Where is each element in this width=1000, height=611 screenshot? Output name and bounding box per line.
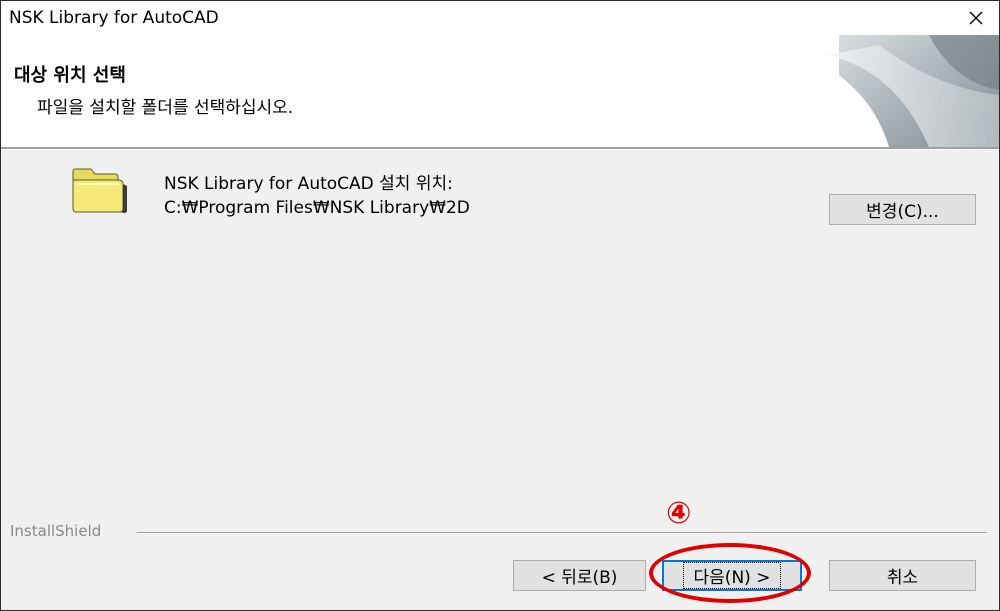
destination-label: NSK Library for AutoCAD 설치 위치: xyxy=(164,174,453,194)
folder-icon xyxy=(72,168,127,213)
installer-window: NSK Library for AutoCAD 대상 위치 선택 파일을 설치할… xyxy=(0,0,1000,611)
close-icon xyxy=(969,11,983,25)
change-button[interactable]: 변경(C)... xyxy=(829,194,976,225)
close-button[interactable] xyxy=(953,1,999,35)
cancel-button[interactable]: 취소 xyxy=(829,560,976,591)
page-title: 대상 위치 선택 xyxy=(14,65,126,86)
destination-path: C:₩Program Files₩NSK Library₩2D xyxy=(164,198,470,218)
page-subtitle: 파일을 설치할 폴더를 선택하십시오. xyxy=(37,98,294,118)
installshield-label: InstallShield xyxy=(10,522,108,540)
footer-divider xyxy=(137,532,987,534)
back-button[interactable]: < 뒤로(B) xyxy=(513,560,646,591)
title-bar: NSK Library for AutoCAD xyxy=(1,1,999,35)
window-title: NSK Library for AutoCAD xyxy=(9,8,219,28)
installshield-banner-graphic xyxy=(827,35,999,147)
highlight-ellipse-annotation xyxy=(649,543,811,603)
step-number-annotation: ④ xyxy=(666,496,692,531)
header-panel: 대상 위치 선택 파일을 설치할 폴더를 선택하십시오. xyxy=(1,35,999,147)
header-divider xyxy=(1,147,999,150)
